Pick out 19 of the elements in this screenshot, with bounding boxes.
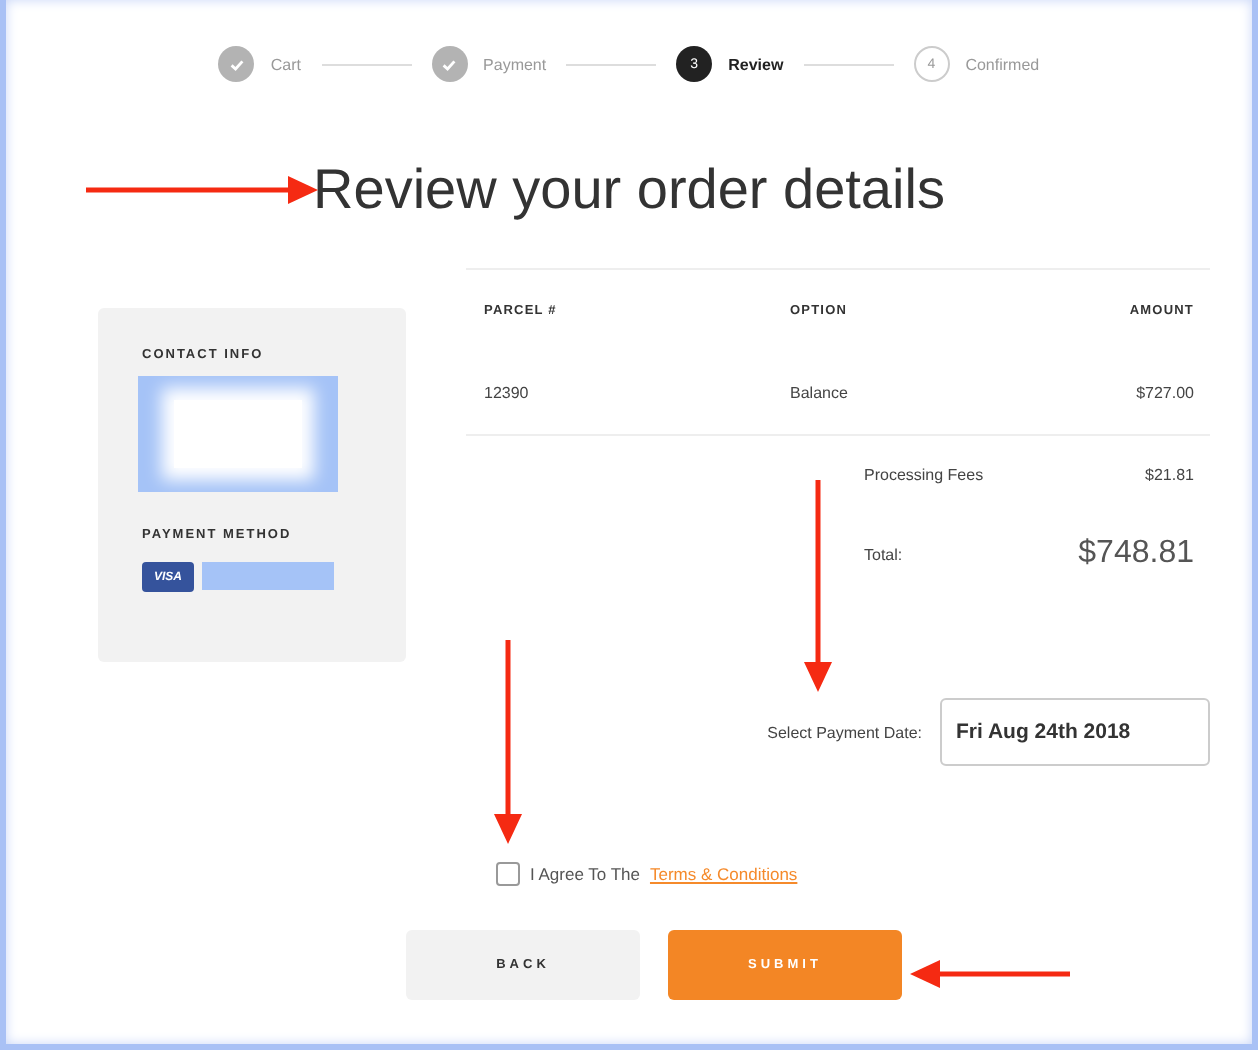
agree-checkbox[interactable]: [496, 862, 520, 886]
check-icon: [227, 55, 246, 73]
fees-label: Processing Fees: [864, 466, 984, 484]
agree-text: I Agree To The: [530, 864, 640, 884]
step-label: Payment: [483, 55, 547, 73]
redacted-block: [202, 562, 334, 590]
date-label: Select Payment Date:: [767, 723, 922, 741]
date-field[interactable]: Fri Aug 24th 2018: [940, 698, 1210, 766]
fees-value: $21.81: [1145, 466, 1194, 484]
table-cell-text: Balance: [790, 383, 850, 401]
table-cell: $727.00: [1136, 383, 1194, 401]
page-title: Review your order details: [313, 156, 945, 224]
step-label: Confirmed: [965, 55, 1040, 73]
check-icon: [440, 55, 459, 73]
total-label: Total:: [864, 545, 903, 563]
total-value: $748.81: [1078, 536, 1194, 572]
table-cell-text: 12390: [484, 383, 531, 401]
step-label: Review: [728, 55, 784, 73]
step-label: Cart: [270, 55, 302, 73]
